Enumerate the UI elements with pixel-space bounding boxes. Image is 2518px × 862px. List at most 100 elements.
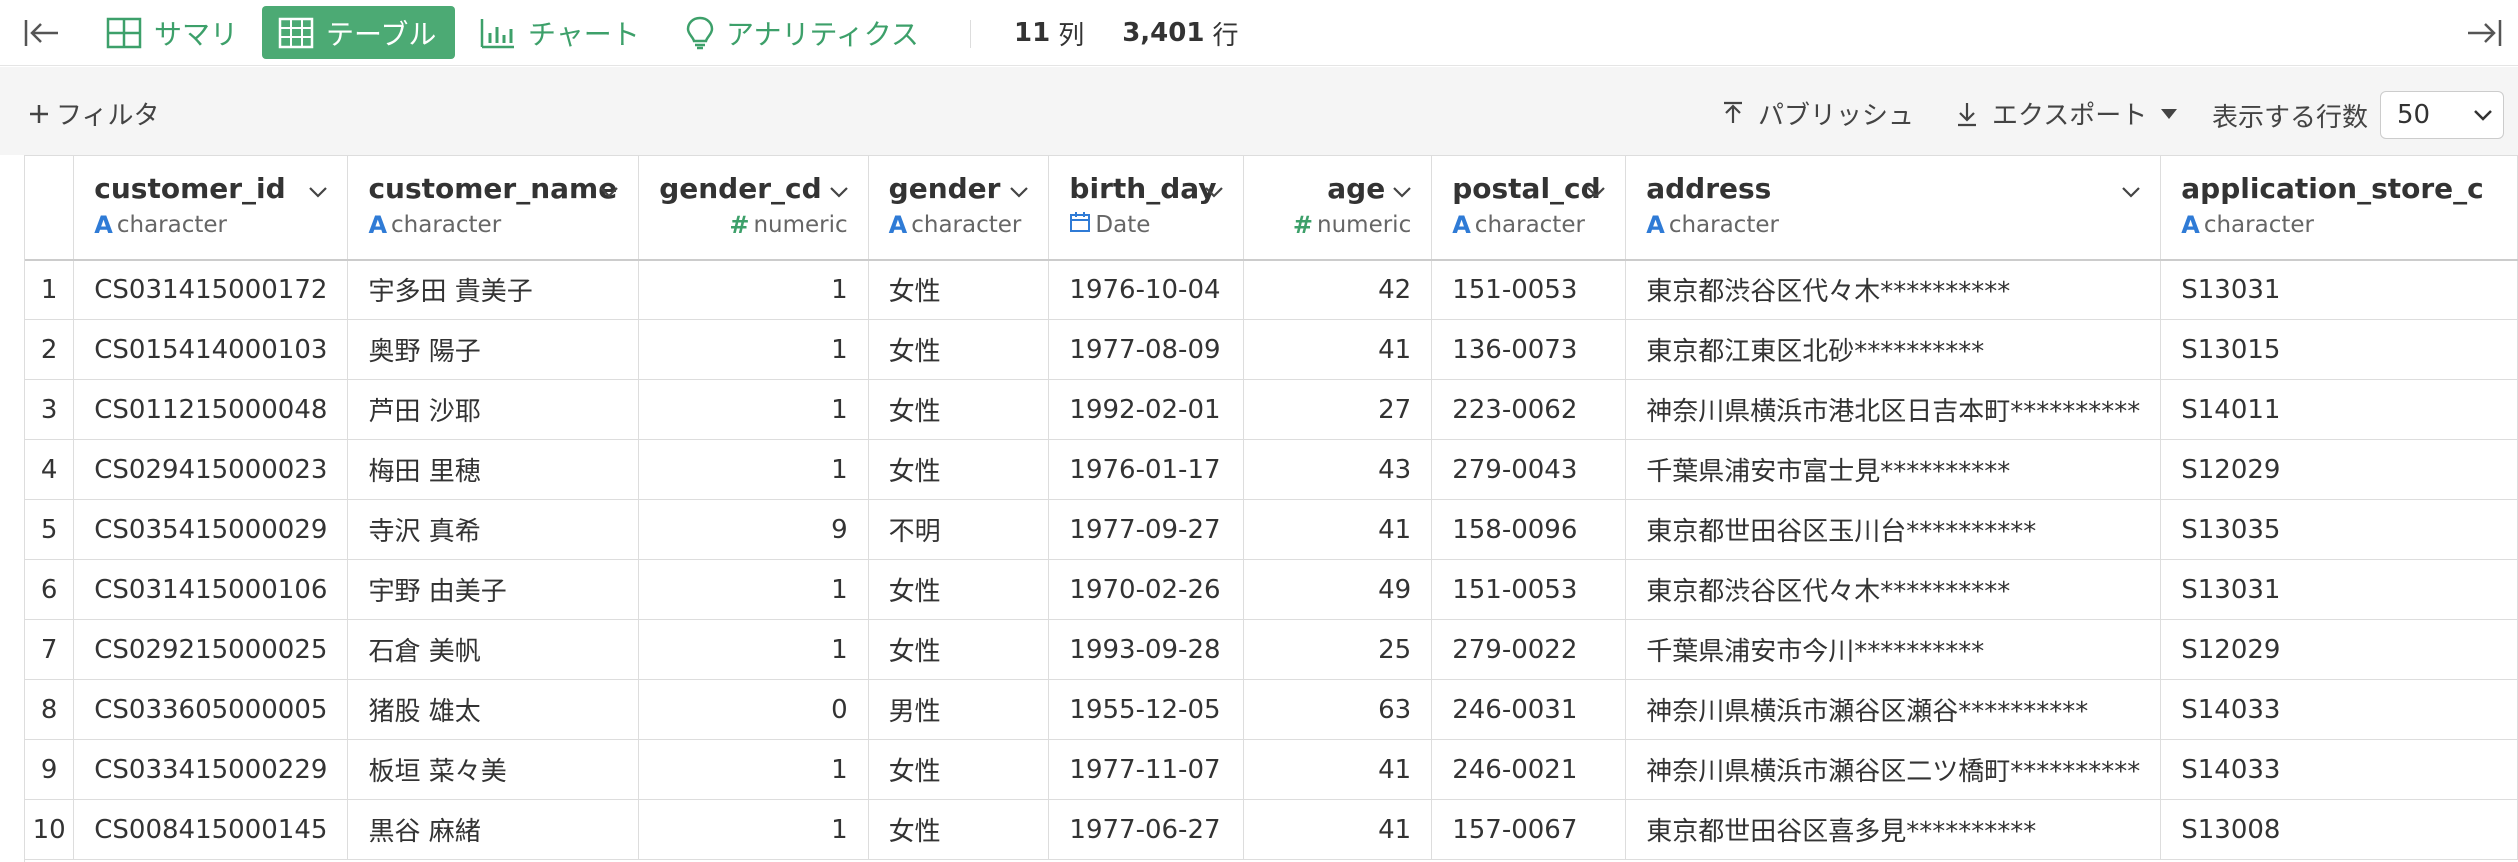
column-menu-chevron-icon[interactable] (2120, 180, 2142, 202)
tab-table-label: テーブル (326, 17, 437, 51)
column-type: Acharacter (889, 211, 1029, 239)
table-cell: 神奈川県横浜市港北区日吉本町********** (1625, 379, 2162, 440)
export-label: エクスポート (1992, 101, 2148, 131)
column-header-birth-day[interactable]: birth_day Date (1048, 155, 1244, 261)
table-row[interactable]: 6 CS031415000106 宇野 由美子 1 女性 1970-02-26 49 151-… (25, 559, 2518, 620)
column-menu-chevron-icon[interactable] (828, 180, 850, 202)
column-type-label: numeric (1317, 212, 1412, 238)
table-cell: 0 (638, 679, 869, 740)
column-header-application-store-c[interactable]: application_store_c Acharacter (2160, 155, 2518, 261)
character-type-icon: A (888, 211, 908, 239)
table-cell: 1977-09-27 (1048, 499, 1244, 560)
column-menu-chevron-icon[interactable] (1008, 180, 1030, 202)
table-cell: 151-0053 (1431, 559, 1627, 620)
table-cell: 1 (638, 379, 869, 440)
column-menu-chevron-icon[interactable] (1391, 180, 1413, 202)
tab-analytics[interactable]: アナリティクス (670, 6, 935, 59)
collapse-right-icon[interactable] (2464, 14, 2504, 52)
table-row[interactable]: 9 CS033415000229 板垣 菜々美 1 女性 1977-11-07 41 246-… (25, 739, 2518, 800)
tab-table[interactable]: テーブル (262, 6, 455, 59)
column-header-address[interactable]: address Acharacter (1625, 155, 2162, 261)
table-row[interactable]: 10 CS008415000145 黒谷 麻緒 1 女性 1977-06-27 41 157-… (25, 799, 2518, 860)
table-cell: 41 (1243, 319, 1433, 380)
column-type-label: numeric (753, 212, 848, 238)
column-type: Acharacter (368, 211, 618, 239)
column-header-postal-cd[interactable]: postal_cd Acharacter (1431, 155, 1627, 261)
table-cell: 東京都渋谷区代々木********** (1625, 259, 2162, 320)
table-cell: 東京都江東区北砂********** (1625, 319, 2162, 380)
column-name: postal_cd (1452, 172, 1601, 205)
table-row[interactable]: 8 CS033605000005 猪股 雄太 0 男性 1955-12-05 63 246-0… (25, 679, 2518, 740)
table-cell: S13008 (2160, 799, 2518, 860)
add-filter-button[interactable]: フィルタ (28, 95, 159, 132)
rows-per-page-select[interactable]: 50 (2380, 91, 2504, 139)
table-cell: 25 (1243, 619, 1433, 680)
column-type-label: character (2203, 212, 2314, 238)
column-header-customer-name[interactable]: customer_name Acharacter (347, 155, 640, 261)
table-cell: 女性 (868, 559, 1050, 620)
row-number: 5 (25, 499, 75, 560)
row-number: 9 (25, 739, 75, 800)
table-actions-bar: フィルタ パブリッシュ エクスポート 表示する行数 50 (0, 67, 2518, 155)
upload-icon (1724, 101, 1742, 123)
table-cell: 女性 (868, 439, 1050, 500)
column-menu-chevron-icon[interactable] (598, 180, 620, 202)
column-header-age[interactable]: age # numeric (1243, 155, 1433, 261)
table-cell: 千葉県浦安市富士見********** (1625, 439, 2162, 500)
add-filter-label: フィルタ (56, 101, 160, 131)
tab-summary[interactable]: サマリ (90, 6, 254, 59)
table-cell: 芦田 沙耶 (347, 379, 640, 440)
table-row[interactable]: 3 CS011215000048 芦田 沙耶 1 女性 1992-02-01 27 223-0… (25, 379, 2518, 440)
column-menu-chevron-icon[interactable] (1203, 180, 1225, 202)
table-row[interactable]: 5 CS035415000029 寺沢 真希 9 不明 1977-09-27 41 158-0… (25, 499, 2518, 560)
column-type-label: character (1474, 212, 1585, 238)
table-cell: 石倉 美帆 (347, 619, 640, 680)
table-cell: 43 (1243, 439, 1433, 500)
table-row[interactable]: 7 CS029215000025 石倉 美帆 1 女性 1993-09-28 25 279-0… (25, 619, 2518, 680)
publish-button[interactable]: パブリッシュ (1722, 95, 1914, 132)
table-cell: S13015 (2160, 319, 2518, 380)
column-type: Acharacter (94, 211, 327, 239)
data-table: customer_id Acharacter customer_name Achara… (25, 155, 2518, 860)
column-type: Acharacter (1452, 211, 1605, 239)
table-cell: 寺沢 真希 (347, 499, 640, 560)
table-cell: 27 (1243, 379, 1433, 440)
table-cell: CS031415000172 (73, 259, 349, 320)
table-cell: 女性 (868, 319, 1050, 380)
table-cell: S13031 (2160, 259, 2518, 320)
tab-chart[interactable]: チャート (464, 6, 656, 59)
column-type-label: character (391, 212, 502, 238)
table-cell: CS031415000106 (73, 559, 349, 620)
column-header-gender[interactable]: gender Acharacter (868, 155, 1050, 261)
table-row[interactable]: 1 CS031415000172 宇多田 貴美子 1 女性 1976-10-04 42 151… (25, 259, 2518, 320)
column-name: gender_cd (659, 172, 822, 205)
table-cell: S14033 (2160, 739, 2518, 800)
table-cell: 1993-09-28 (1048, 619, 1244, 680)
column-header-customer-id[interactable]: customer_id Acharacter (73, 155, 349, 261)
column-type-label: Date (1095, 212, 1151, 238)
table-cell: 女性 (868, 379, 1050, 440)
row-count: 3,401 (1122, 18, 1205, 48)
table-cell: 1 (638, 619, 869, 680)
row-number: 7 (25, 619, 75, 680)
column-menu-chevron-icon[interactable] (307, 180, 329, 202)
column-type: # numeric (659, 211, 847, 239)
tab-chart-label: チャート (528, 17, 640, 51)
table-cell: 1977-06-27 (1048, 799, 1244, 860)
table-cell: 板垣 菜々美 (347, 739, 640, 800)
character-type-icon: A (1452, 211, 1471, 239)
table-cell: 1 (638, 799, 869, 860)
export-button[interactable]: エクスポート (1956, 95, 2178, 132)
table-cell: 1976-01-17 (1048, 439, 1244, 500)
download-icon (1958, 102, 1976, 126)
table-row[interactable]: 2 CS015414000103 奥野 陽子 1 女性 1977-08-09 41 136-0… (25, 319, 2518, 380)
summary-grid-icon (106, 17, 142, 48)
column-header-gender-cd[interactable]: gender_cd # numeric (638, 155, 869, 261)
lightbulb-icon (686, 16, 714, 49)
column-menu-chevron-icon[interactable] (1585, 180, 1607, 202)
table-row[interactable]: 4 CS029415000023 梅田 里穂 1 女性 1976-01-17 43 279-0… (25, 439, 2518, 500)
table-cell: 不明 (868, 499, 1050, 560)
collapse-left-icon[interactable] (22, 14, 62, 52)
column-count-unit: 列 (1058, 20, 1085, 51)
numeric-type-icon: # (1292, 211, 1314, 239)
